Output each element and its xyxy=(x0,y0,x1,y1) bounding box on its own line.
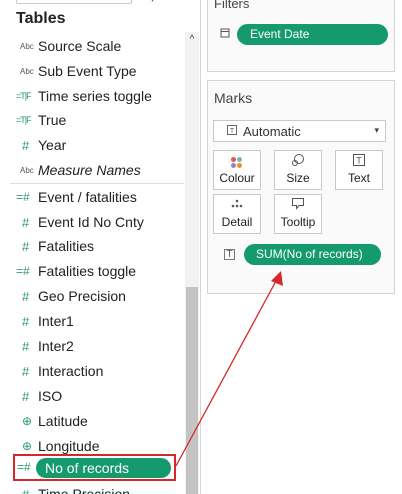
field-label: Inter1 xyxy=(38,313,74,329)
field-label: Source Scale xyxy=(38,38,122,54)
string-type-icon: Abc xyxy=(20,165,34,175)
field-label: True xyxy=(38,112,67,128)
globe-icon: ⊕ xyxy=(22,414,33,428)
calculated-number-icon: =# xyxy=(16,264,30,278)
field-inter1[interactable]: # Inter1 xyxy=(0,309,184,333)
data-pane: ▾ Tables Abc Source Scale Abc Sub Event … xyxy=(0,0,200,494)
field-label: Event Id No Cnty xyxy=(38,214,144,230)
filters-title: Filters xyxy=(214,0,250,11)
colour-label: Colour xyxy=(219,171,255,185)
field-label: Year xyxy=(38,137,67,153)
detail-button[interactable]: Detail xyxy=(213,194,261,234)
tooltip-button[interactable]: Tooltip xyxy=(274,194,322,234)
field-inter2[interactable]: # Inter2 xyxy=(0,334,184,358)
field-label: Sub Event Type xyxy=(38,63,137,79)
number-type-icon: # xyxy=(22,288,30,304)
number-type-icon: # xyxy=(22,486,30,494)
globe-icon: ⊕ xyxy=(22,439,33,453)
field-label: Interaction xyxy=(38,363,104,379)
detail-label: Detail xyxy=(221,215,253,229)
scroll-up-icon[interactable]: ^ xyxy=(185,34,199,45)
text-encoding-icon: T xyxy=(224,249,235,260)
boolean-type-icon: =T|F xyxy=(16,91,32,101)
text-label: Text xyxy=(347,171,370,185)
tables-heading: Tables xyxy=(16,10,66,27)
field-label: Measure Names xyxy=(38,162,141,178)
highlight-box xyxy=(13,454,176,481)
text-button[interactable]: T Text xyxy=(335,150,383,190)
field-label: ISO xyxy=(38,388,63,404)
size-button[interactable]: Size xyxy=(274,150,322,190)
field-time-series-toggle[interactable]: =T|F Time series toggle xyxy=(0,84,184,108)
tooltip-icon xyxy=(275,197,321,215)
number-type-icon: # xyxy=(22,388,30,404)
scrollbar-thumb[interactable] xyxy=(186,287,198,494)
dropdown-arrow-icon: ▾ xyxy=(374,125,379,135)
field-label: Fatalities toggle xyxy=(38,263,137,279)
field-event-id-no-cnty[interactable]: # Event Id No Cnty xyxy=(0,210,184,234)
field-label: Time Precision xyxy=(38,486,131,494)
field-label: Latitude xyxy=(38,413,88,429)
section-divider xyxy=(10,183,184,184)
field-time-precision[interactable]: # Time Precision xyxy=(0,482,184,494)
colour-button[interactable]: Colour xyxy=(213,150,261,190)
boolean-type-icon: =T|F xyxy=(16,115,32,125)
tooltip-label: Tooltip xyxy=(280,215,316,229)
field-label: Fatalities xyxy=(38,238,95,254)
field-sub-event-type[interactable]: Abc Sub Event Type xyxy=(0,59,184,83)
field-label: Inter2 xyxy=(38,338,74,354)
number-type-icon: # xyxy=(22,137,30,153)
sum-no-of-records-pill[interactable]: SUM(No of records) xyxy=(244,244,381,265)
field-fatalities-toggle[interactable]: =# Fatalities toggle xyxy=(0,259,184,283)
field-true[interactable]: =T|F True xyxy=(0,108,184,132)
string-type-icon: Abc xyxy=(20,66,34,76)
event-date-filter-pill[interactable]: Event Date xyxy=(237,24,388,45)
number-type-icon: # xyxy=(22,338,30,354)
number-type-icon: # xyxy=(22,238,30,254)
field-event-fatalities[interactable]: =# Event / fatalities xyxy=(0,185,184,209)
field-year[interactable]: # Year xyxy=(0,133,184,157)
number-type-icon: # xyxy=(22,363,30,379)
colour-dots-icon xyxy=(214,153,260,171)
chevron-down-icon[interactable]: ▾ xyxy=(150,0,155,5)
search-field[interactable] xyxy=(16,0,132,4)
field-latitude[interactable]: ⊕ Latitude xyxy=(0,409,184,433)
field-label: Geo Precision xyxy=(38,288,126,304)
field-label: Longitude xyxy=(38,438,100,454)
field-measure-names[interactable]: Abc Measure Names xyxy=(0,158,184,182)
field-fatalities[interactable]: # Fatalities xyxy=(0,234,184,258)
field-source-scale[interactable]: Abc Source Scale xyxy=(0,34,184,58)
field-label: Event / fatalities xyxy=(38,189,137,205)
mark-type-label: Automatic xyxy=(243,123,301,139)
calendar-icon xyxy=(220,27,230,41)
svg-text:T: T xyxy=(356,156,362,166)
size-icon xyxy=(275,153,321,171)
string-type-icon: Abc xyxy=(20,41,34,51)
field-geo-precision[interactable]: # Geo Precision xyxy=(0,284,184,308)
svg-text:T: T xyxy=(230,128,235,135)
field-iso[interactable]: # ISO xyxy=(0,384,184,408)
number-type-icon: # xyxy=(22,313,30,329)
marks-title: Marks xyxy=(214,90,253,106)
text-mark-icon: T xyxy=(227,124,237,138)
number-type-icon: # xyxy=(22,214,30,230)
field-interaction[interactable]: # Interaction xyxy=(0,359,184,383)
field-label: Time series toggle xyxy=(38,88,152,104)
calculated-number-icon: =# xyxy=(16,190,30,204)
size-label: Size xyxy=(286,171,310,185)
text-icon: T xyxy=(336,153,382,171)
detail-icon xyxy=(214,197,260,215)
mark-type-dropdown[interactable]: T Automatic ▾ xyxy=(213,120,386,142)
pane-separator xyxy=(200,0,201,494)
